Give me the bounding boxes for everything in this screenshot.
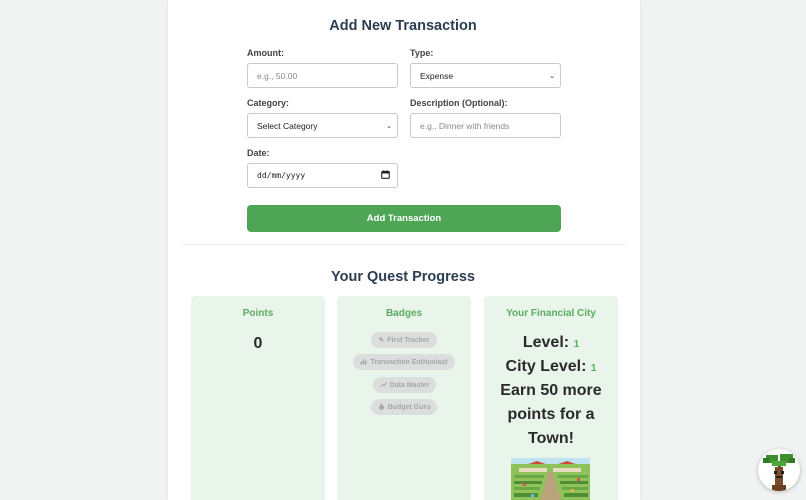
level-line: Level: 1 <box>484 334 618 352</box>
level-value: 1 <box>573 339 580 350</box>
next-goal-line-1: Earn 50 more <box>500 382 602 399</box>
chevron-down-icon: ⌄ <box>386 122 392 130</box>
badge-data-master: Data Master <box>373 377 436 393</box>
points-panel: Points 0 <box>191 296 325 500</box>
city-level-line: City Level: 1 <box>484 358 618 376</box>
type-select[interactable]: Expense ⌄ <box>410 63 561 88</box>
city-title: Your Financial City <box>506 308 596 319</box>
city-level-label: City Level: <box>505 358 587 375</box>
type-label: Type: <box>410 48 434 58</box>
badge-label: Transaction Enthusiast <box>370 358 448 366</box>
city-level-value: 1 <box>590 363 597 374</box>
badge-transaction-enthusiast: Transaction Enthusiast <box>353 354 455 370</box>
badge-first-tracker: ✎ First Tracker <box>371 332 437 348</box>
chevron-down-icon: ⌄ <box>549 72 555 80</box>
form-title: Add New Transaction <box>329 18 477 34</box>
section-divider <box>182 244 626 245</box>
description-label: Description (Optional): <box>410 98 508 108</box>
badges-title: Badges <box>385 308 423 319</box>
description-input[interactable]: e.g., Dinner with friends <box>410 113 561 138</box>
city-panel: Your Financial City Level: 1 City Level:… <box>484 296 618 500</box>
quest-progress-title: Your Quest Progress <box>331 269 475 285</box>
tree-icon <box>763 454 795 491</box>
next-goal-line-2: points for a <box>507 406 595 423</box>
next-goal-line-3: Town! <box>528 430 574 447</box>
money-bag-icon <box>378 403 385 412</box>
points-title: Points <box>242 308 274 319</box>
badges-panel: Badges ✎ First Tracker Transaction Enthu… <box>337 296 471 500</box>
amount-placeholder: e.g., 50.00 <box>257 70 298 81</box>
category-value: Select Category <box>257 120 318 131</box>
level-label: Level: <box>522 334 570 351</box>
badge-budget-guru: Budget Guru <box>371 399 437 415</box>
badge-label: First Tracker <box>387 336 430 344</box>
amount-input[interactable]: e.g., 50.00 <box>247 63 398 88</box>
calendar-icon[interactable] <box>381 170 390 181</box>
points-value: 0 <box>253 335 263 352</box>
city-image <box>511 458 590 500</box>
description-placeholder: e.g., Dinner with friends <box>420 120 510 131</box>
date-label: Date: <box>247 148 270 158</box>
line-chart-icon <box>379 381 387 390</box>
amount-label: Amount: <box>247 48 284 58</box>
date-value: dd/mm/yyyy <box>257 171 306 180</box>
category-select[interactable]: Select Category ⌄ <box>247 113 398 138</box>
add-transaction-button[interactable]: Add Transaction <box>247 205 561 232</box>
badge-label: Data Master <box>389 381 430 389</box>
badge-label: Budget Guru <box>387 403 431 411</box>
category-label: Category: <box>247 98 290 108</box>
date-input[interactable]: dd/mm/yyyy <box>247 163 398 188</box>
tree-mascot-avatar[interactable] <box>758 449 800 491</box>
pen-icon: ✎ <box>378 337 385 344</box>
type-value: Expense <box>420 70 454 81</box>
bar-chart-icon <box>360 358 368 367</box>
